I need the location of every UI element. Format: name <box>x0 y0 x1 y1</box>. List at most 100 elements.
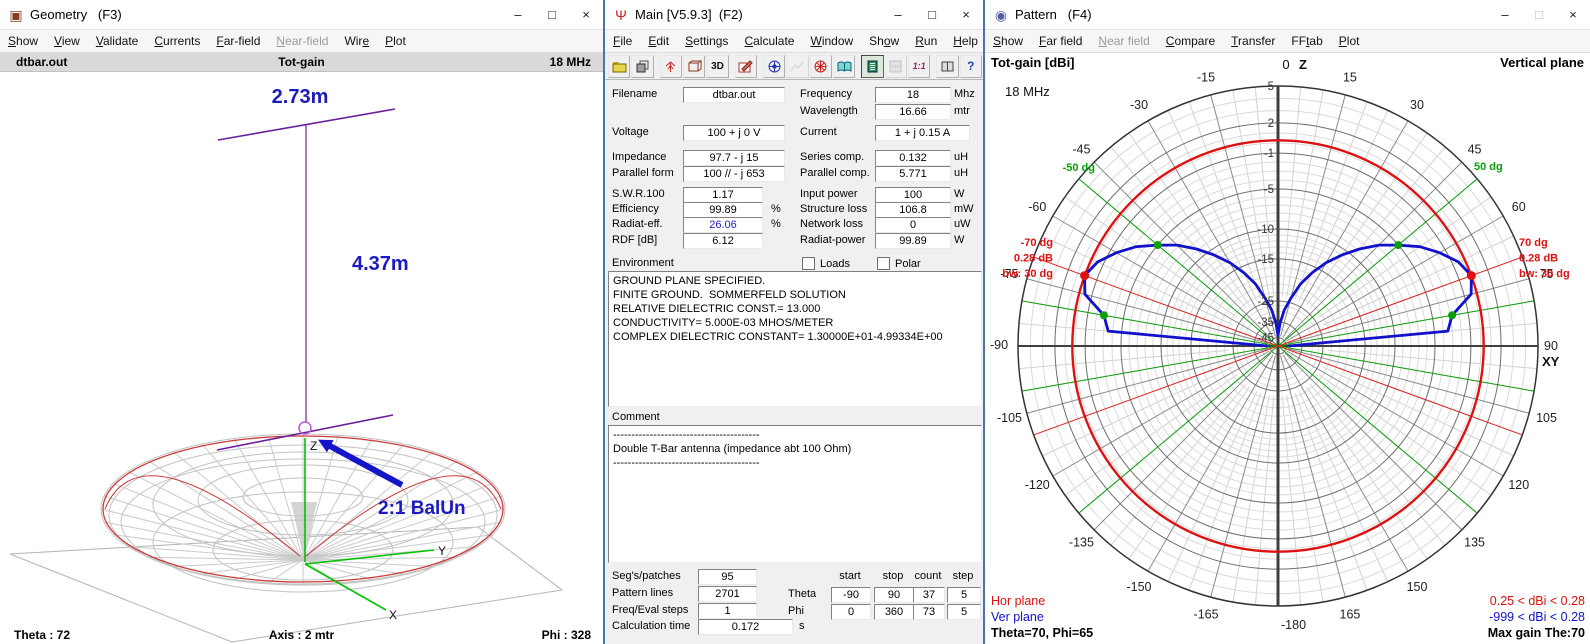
network_loss-label: Network loss <box>800 218 863 230</box>
polar-icon: ◉ <box>993 7 1009 23</box>
geometry-menu-far-field[interactable]: Far-field <box>208 30 268 52</box>
radiat_power-field[interactable]: 99.89 <box>875 233 951 249</box>
minimize-button[interactable]: – <box>881 0 915 29</box>
loads-checkbox[interactable]: Loads <box>802 257 850 270</box>
radiat_eff-field[interactable]: 26.06 <box>683 217 763 233</box>
ring-label: -35 <box>1257 317 1274 329</box>
sweep-theta-count[interactable]: 37 <box>913 587 945 603</box>
sweep-phi-stop[interactable]: 360 <box>874 604 914 620</box>
geometry-menu-currents[interactable]: Currents <box>146 30 208 52</box>
impedance-field[interactable]: 97.7 - j 15 <box>683 150 785 166</box>
input_power-field[interactable]: 100 <box>875 187 951 203</box>
pattern-menu-show[interactable]: Show <box>985 30 1031 52</box>
freq_steps-field[interactable]: 1 <box>698 603 757 619</box>
minimize-button[interactable]: – <box>1488 0 1522 29</box>
geometry-3d-canvas[interactable]: ZXY2:1 BalUn2.73m4.37m <box>0 72 603 644</box>
polar-plot[interactable]: 52-1-5-10-15-25-35-451530456075105120135… <box>985 53 1590 644</box>
angle-label: 60 <box>1512 200 1526 214</box>
notebook-icon[interactable] <box>861 55 883 78</box>
geometry-menu-show[interactable]: Show <box>0 30 46 52</box>
pattern-menu-fftab[interactable]: FFtab <box>1283 30 1330 52</box>
main-menu-settings[interactable]: Settings <box>677 30 736 52</box>
polar-checkbox-box[interactable] <box>877 257 890 270</box>
pattern-menu-compare[interactable]: Compare <box>1158 30 1223 52</box>
swr-field[interactable]: 1.17 <box>683 187 763 203</box>
wavelength-field[interactable]: 16.66 <box>875 104 951 120</box>
geometry-menu-wire[interactable]: Wire <box>336 30 377 52</box>
pattern-titlebar[interactable]: ◉ Pattern (F4) – □ × <box>985 0 1590 30</box>
loads-checkbox-box[interactable] <box>802 257 815 270</box>
main-menu-edit[interactable]: Edit <box>640 30 677 52</box>
current-field[interactable]: 1 + j 0.15 A <box>875 125 970 141</box>
efficiency-field[interactable]: 99.89 <box>683 202 763 218</box>
sweep-phi-step[interactable]: 5 <box>947 604 981 620</box>
sweep-phi-start[interactable]: 0 <box>831 604 871 620</box>
geometry-menu-near-field[interactable]: Near-field <box>268 30 336 52</box>
close-button[interactable]: × <box>569 0 603 29</box>
3d-view-icon[interactable]: 3D <box>706 55 728 78</box>
sweep-phi-count[interactable]: 73 <box>913 604 945 620</box>
beamwidth-marker <box>1154 241 1162 249</box>
main-menu-calculate[interactable]: Calculate <box>736 30 802 52</box>
copy-window-icon[interactable] <box>631 55 653 78</box>
main-menu-window[interactable]: Window <box>802 30 861 52</box>
sweep-theta-step[interactable]: 5 <box>947 587 981 603</box>
help-icon[interactable]: ? <box>960 55 982 78</box>
antenna-editor-icon[interactable] <box>660 55 682 78</box>
geometry-titlebar[interactable]: ▣ Geometry (F3) – □ × <box>0 0 603 30</box>
open-file-icon[interactable] <box>608 55 630 78</box>
pattern-view-icon[interactable] <box>763 55 785 78</box>
pattern-menu-far-field[interactable]: Far field <box>1031 30 1090 52</box>
ver-bounds: -999 < dBi < 0.28 <box>1489 610 1585 624</box>
geometry-menu-view[interactable]: View <box>46 30 88 52</box>
angle-label: -105 <box>997 411 1022 425</box>
smith-chart-icon[interactable] <box>810 55 832 78</box>
sweep-theta-stop[interactable]: 90 <box>874 587 914 603</box>
pattern-menu-near-field[interactable]: Near field <box>1090 30 1157 52</box>
close-button[interactable]: × <box>1556 0 1590 29</box>
pattern_lines-field[interactable]: 2701 <box>698 586 757 602</box>
frequency-field[interactable]: 18 <box>875 87 951 103</box>
compare-icon[interactable] <box>885 55 907 78</box>
comment-text[interactable]: ----------------------------------------… <box>608 425 982 563</box>
close-button[interactable]: × <box>949 0 983 29</box>
environment-text[interactable]: GROUND PLANE SPECIFIED. FINITE GROUND. S… <box>608 271 982 407</box>
voltage-field[interactable]: 100 + j 0 V <box>683 125 785 141</box>
line-chart-icon[interactable] <box>786 55 808 78</box>
edit-file-icon[interactable] <box>735 55 757 78</box>
structure_loss-field[interactable]: 106.8 <box>875 202 951 218</box>
polar-checkbox[interactable]: Polar <box>877 257 921 270</box>
series_comp-field[interactable]: 0.132 <box>875 150 951 166</box>
minimize-button[interactable]: – <box>501 0 535 29</box>
input_power-label: Input power <box>800 188 857 200</box>
main-menu-show[interactable]: Show <box>861 30 907 52</box>
main-menu-run[interactable]: Run <box>907 30 945 52</box>
sweep-theta-start[interactable]: -90 <box>831 587 871 603</box>
efficiency-unit: % <box>771 203 781 215</box>
far-field-book-icon[interactable] <box>833 55 855 78</box>
ring-label: -5 <box>1264 184 1274 196</box>
calc_time-field[interactable]: 0.172 <box>698 619 793 635</box>
geometry-view-icon[interactable] <box>683 55 705 78</box>
filename-field[interactable]: dtbar.out <box>683 87 785 103</box>
main-menu-help[interactable]: Help <box>945 30 986 52</box>
segs-field[interactable]: 95 <box>698 569 757 585</box>
main-titlebar[interactable]: Ψ Main [V5.9.3] (F2) – □ × <box>605 0 983 30</box>
docs-book-icon[interactable] <box>936 55 958 78</box>
max-gain-annotation-left: -70 dg <box>1021 237 1053 249</box>
parallel_comp-field[interactable]: 5.771 <box>875 166 951 182</box>
geometry-menu-validate[interactable]: Validate <box>88 30 147 52</box>
maximize-button[interactable]: □ <box>915 0 949 29</box>
maximize-button[interactable]: □ <box>535 0 569 29</box>
parallel_form-field[interactable]: 100 // - j 653 <box>683 166 785 182</box>
geometry-menu-plot[interactable]: Plot <box>377 30 414 52</box>
geometry-3d-view[interactable]: ZXY2:1 BalUn2.73m4.37m Theta : 72 Axis :… <box>0 72 603 644</box>
main-menu-file[interactable]: File <box>605 30 640 52</box>
pattern-menu-plot[interactable]: Plot <box>1331 30 1368 52</box>
top-bar-dimension: 2.73m <box>272 86 329 108</box>
scale-1-1-icon[interactable]: 1:1 <box>908 55 930 78</box>
maximize-button[interactable]: □ <box>1522 0 1556 29</box>
rdf-field[interactable]: 6.12 <box>683 233 763 249</box>
pattern-menu-transfer[interactable]: Transfer <box>1223 30 1283 52</box>
network_loss-field[interactable]: 0 <box>875 217 951 233</box>
